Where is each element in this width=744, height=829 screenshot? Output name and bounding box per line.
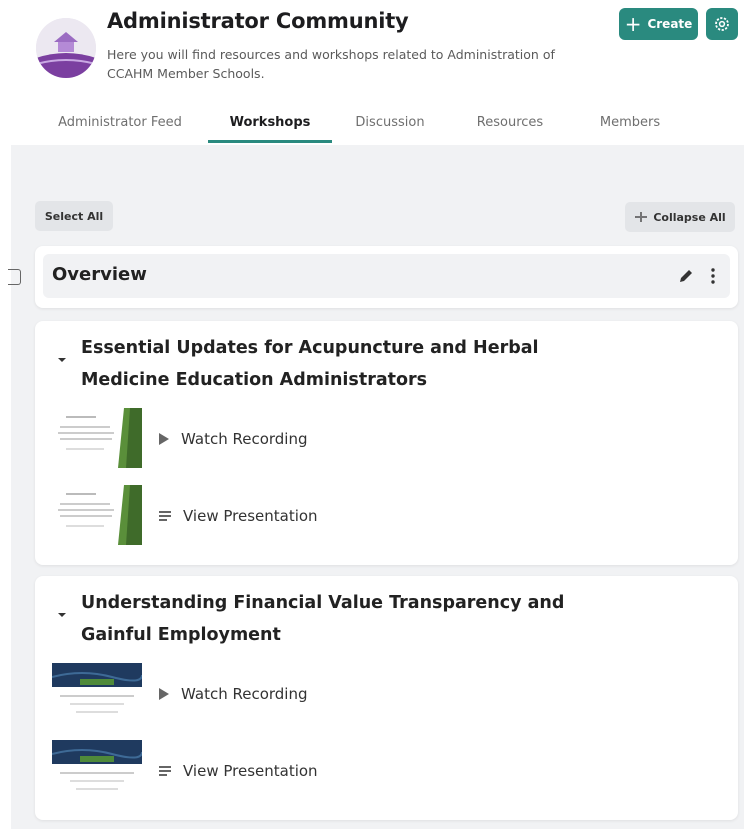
view-presentation-label: View Presentation	[183, 507, 318, 525]
page-title: Administrator Community	[107, 9, 409, 33]
recording-thumbnail[interactable]	[52, 663, 142, 723]
recording-thumbnail[interactable]	[52, 408, 142, 468]
overview-checkbox[interactable]	[8, 269, 21, 285]
pencil-icon[interactable]	[676, 266, 696, 286]
plus-icon: +	[624, 12, 642, 36]
workshop-title: Understanding Financial Value Transparen…	[81, 593, 565, 645]
gear-icon	[715, 17, 729, 31]
chevron-down-icon[interactable]	[55, 608, 69, 622]
select-all-button[interactable]: Select All	[35, 201, 113, 231]
more-vertical-icon[interactable]	[703, 266, 723, 286]
create-label: Create	[647, 17, 693, 31]
list-icon	[159, 511, 171, 521]
active-tab-indicator	[208, 140, 332, 143]
tab-resources[interactable]: Resources	[460, 100, 560, 144]
view-presentation-link[interactable]: View Presentation	[159, 759, 318, 783]
tab-workshops[interactable]: Workshops	[208, 100, 332, 144]
workshop-card: Essential Updates for Acupuncture and He…	[35, 321, 738, 565]
view-presentation-label: View Presentation	[183, 762, 318, 780]
list-icon	[159, 766, 171, 776]
tab-bar: Administrator Feed Workshops Discussion …	[35, 100, 735, 145]
collapse-all-button[interactable]: Collapse All	[625, 202, 735, 232]
overview-card: Overview	[35, 246, 738, 308]
community-logo-icon	[36, 18, 96, 78]
settings-button[interactable]	[706, 8, 738, 40]
chevron-down-icon[interactable]	[55, 353, 69, 367]
collapse-icon	[635, 212, 648, 222]
tab-discussion[interactable]: Discussion	[340, 100, 440, 144]
watch-recording-label: Watch Recording	[181, 685, 308, 703]
create-button[interactable]: + Create	[619, 8, 698, 40]
watch-recording-link[interactable]: Watch Recording	[159, 427, 308, 451]
page-description: Here you will find resources and worksho…	[107, 47, 555, 81]
watch-recording-label: Watch Recording	[181, 430, 308, 448]
presentation-thumbnail[interactable]	[52, 740, 142, 800]
watch-recording-link[interactable]: Watch Recording	[159, 682, 308, 706]
overview-title: Overview	[52, 264, 147, 285]
community-avatar	[36, 18, 96, 78]
play-icon	[159, 688, 169, 700]
presentation-thumbnail[interactable]	[52, 485, 142, 545]
workshop-title: Essential Updates for Acupuncture and He…	[81, 338, 539, 390]
tab-administrator-feed[interactable]: Administrator Feed	[35, 100, 205, 144]
tab-members[interactable]: Members	[580, 100, 680, 144]
view-presentation-link[interactable]: View Presentation	[159, 504, 318, 528]
overview-header[interactable]: Overview	[43, 254, 730, 298]
workshop-card: Understanding Financial Value Transparen…	[35, 576, 738, 820]
collapse-all-label: Collapse All	[653, 210, 726, 224]
play-icon	[159, 433, 169, 445]
